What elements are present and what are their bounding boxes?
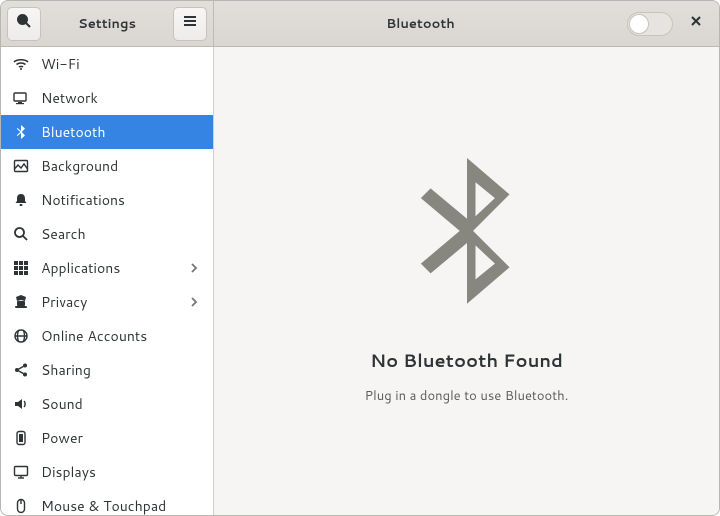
sidebar-item-label: Online Accounts [41,326,201,346]
sidebar-item-online[interactable]: Online Accounts [1,319,213,353]
sidebar-item-network[interactable]: Network [1,81,213,115]
bluetooth-toggle[interactable] [627,12,673,36]
toggle-knob [629,14,649,34]
body: Wi-Fi Network Bluetooth Background Notificat… [1,47,719,515]
chevron-right-icon [189,292,201,312]
titlebar: Settings Bluetooth [1,1,719,47]
hamburger-icon [182,13,198,34]
close-button[interactable] [679,7,713,41]
sidebar-item-notifications[interactable]: Notifications [1,183,213,217]
titlebar-right: Bluetooth [214,1,719,46]
sidebar-item-label: Mouse & Touchpad [41,496,201,515]
sidebar-item-displays[interactable]: Displays [1,455,213,489]
power-icon [13,430,29,446]
sidebar-item-label: Search [41,224,201,244]
privacy-icon [13,294,29,310]
sound-icon [13,396,29,412]
sidebar-item-label: Network [41,88,201,108]
sidebar-item-power[interactable]: Power [1,421,213,455]
menu-button[interactable] [173,7,207,41]
search-icon [13,226,29,242]
sidebar-item-sound[interactable]: Sound [1,387,213,421]
share-icon [13,362,29,378]
sidebar-item-background[interactable]: Background [1,149,213,183]
sidebar-item-label: Power [41,428,201,448]
chevron-right-icon [189,258,201,278]
sidebar-item-label: Sharing [41,360,201,380]
bell-icon [13,192,29,208]
sidebar-item-label: Displays [41,462,201,482]
bluetooth-icon [13,124,29,140]
sidebar-item-bluetooth[interactable]: Bluetooth [1,115,213,149]
sidebar-item-label: Bluetooth [41,122,201,142]
wifi-icon [13,56,29,72]
sidebar-item-label: Privacy [41,292,177,312]
mouse-icon [13,498,29,514]
sidebar-item-label: Notifications [41,190,201,210]
close-icon [688,13,704,34]
apps-icon [13,260,29,276]
sidebar-item-label: Wi-Fi [41,54,201,74]
titlebar-left-title: Settings [47,15,167,33]
sidebar-item-mouse[interactable]: Mouse & Touchpad [1,489,213,515]
network-icon [13,90,29,106]
sidebar-item-applications[interactable]: Applications [1,251,213,285]
sidebar-item-privacy[interactable]: Privacy [1,285,213,319]
settings-window: Settings Bluetooth Wi-Fi Network Bluetooth… [0,0,720,516]
online-icon [13,328,29,344]
sidebar[interactable]: Wi-Fi Network Bluetooth Background Notificat… [1,47,214,515]
sidebar-item-wifi[interactable]: Wi-Fi [1,47,213,81]
sidebar-item-search[interactable]: Search [1,217,213,251]
titlebar-left: Settings [1,1,214,46]
content-pane: No Bluetooth Found Plug in a dongle to u… [214,47,719,515]
sidebar-item-sharing[interactable]: Sharing [1,353,213,387]
sidebar-item-label: Sound [41,394,201,414]
sidebar-item-label: Applications [41,258,177,278]
empty-state-subtitle: Plug in a dongle to use Bluetooth. [365,387,569,405]
background-icon [13,158,29,174]
empty-state-title: No Bluetooth Found [370,347,563,373]
search-icon [16,13,32,34]
search-button[interactable] [7,7,41,41]
displays-icon [13,464,29,480]
sidebar-item-label: Background [41,156,201,176]
bluetooth-large-icon [392,158,542,333]
titlebar-right-title: Bluetooth [220,15,621,33]
